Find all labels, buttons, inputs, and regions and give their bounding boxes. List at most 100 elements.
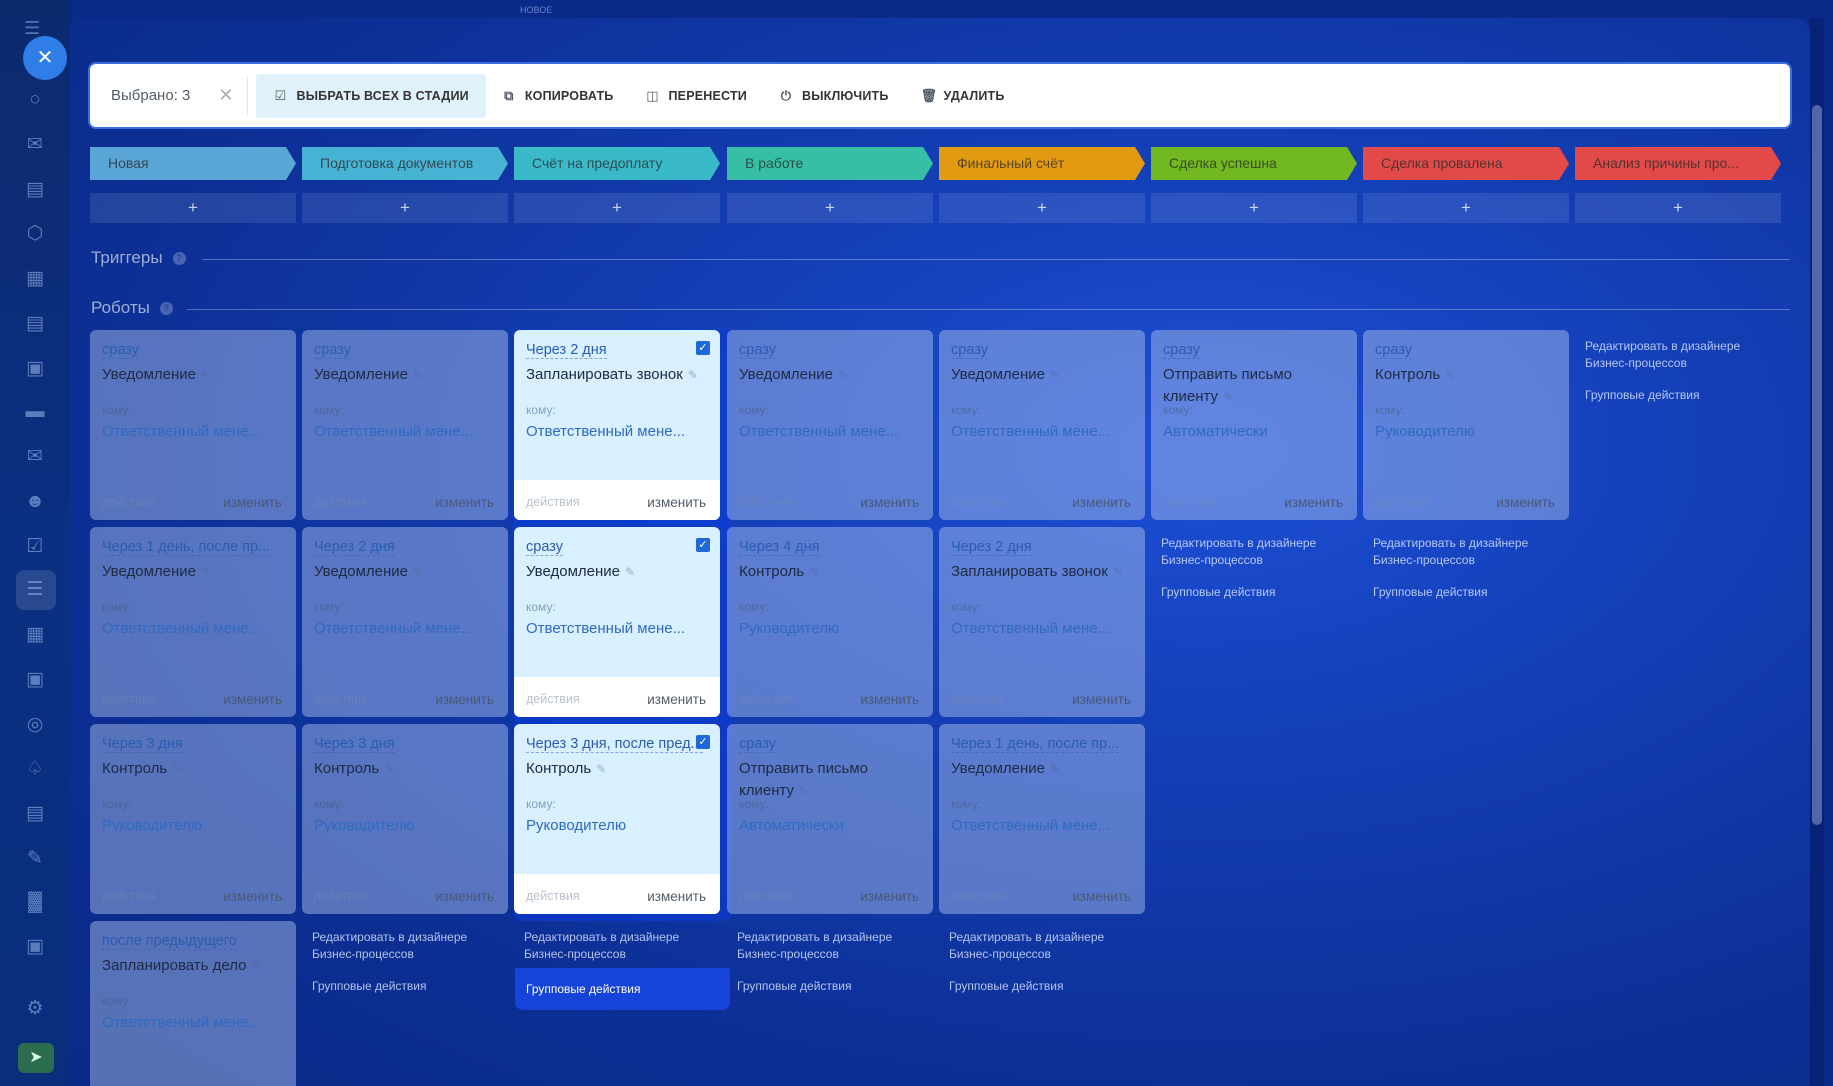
robot-edit-link[interactable]: изменить <box>435 889 494 904</box>
cart-icon[interactable]: ♤ <box>23 757 47 781</box>
pencil-icon[interactable]: ✎ <box>413 565 423 579</box>
robot-actions-link[interactable]: действия <box>951 889 1005 903</box>
pencil-icon[interactable]: ✎ <box>1223 390 1233 404</box>
calendar-icon[interactable]: ▦ <box>23 267 47 291</box>
stage-4[interactable]: В работе <box>727 147 933 180</box>
robot-edit-link[interactable]: изменить <box>223 692 282 707</box>
edit-in-designer-link[interactable]: Редактировать в дизайнере Бизнес-процесс… <box>1585 339 1740 370</box>
pencil-icon[interactable]: ✎ <box>201 368 211 382</box>
robot-edit-link[interactable]: изменить <box>435 692 494 707</box>
stage-1[interactable]: Новая <box>90 147 296 180</box>
robot-card[interactable]: Через 2 дня Запланировать звонок ✎ кому: Отв… <box>939 527 1145 717</box>
robot-actions-link[interactable]: действия <box>102 889 156 903</box>
robot-recipient[interactable]: Руководителю <box>739 620 839 637</box>
robot-card[interactable]: сразу Уведомление ✎ кому: Ответственный мене… <box>302 330 508 520</box>
calendar2-icon[interactable]: ▦ <box>23 623 47 647</box>
robot-actions-link[interactable]: действия <box>314 889 368 903</box>
pencil-icon[interactable]: ✎ <box>1113 565 1123 579</box>
tasks-icon[interactable]: ▤ <box>23 178 47 202</box>
robot-edit-link[interactable]: изменить <box>1072 495 1131 510</box>
group-actions-link[interactable]: Групповые действия <box>1585 387 1785 404</box>
pencil-icon[interactable]: ✎ <box>252 959 262 973</box>
menu-icon[interactable]: ☰ <box>24 18 40 39</box>
robot-delay[interactable]: Через 4 дня <box>739 539 820 556</box>
robot-card[interactable]: сразу ✓ Уведомление ✎ кому: Ответственный мен… <box>514 527 720 717</box>
pencil-icon[interactable]: ✎ <box>1050 762 1060 776</box>
pencil-icon[interactable]: ✎ <box>172 762 182 776</box>
card-icon[interactable]: ▬ <box>23 400 47 424</box>
robot-delay[interactable]: сразу <box>102 342 139 359</box>
robot-edit-link[interactable]: изменить <box>223 889 282 904</box>
support-icon[interactable]: ▣ <box>23 935 47 959</box>
chat-icon[interactable]: ○ <box>23 88 47 112</box>
stage-2[interactable]: Подготовка документов <box>302 147 508 180</box>
robot-recipient[interactable]: Ответственный мене... <box>314 423 473 440</box>
robot-actions-link[interactable]: действия <box>102 692 156 706</box>
robot-edit-link[interactable]: изменить <box>1072 889 1131 904</box>
robot-recipient[interactable]: Руководителю <box>314 817 414 834</box>
robot-delay[interactable]: сразу <box>1163 342 1200 359</box>
pencil-icon[interactable]: ✎ <box>384 762 394 776</box>
robot-card[interactable]: сразу Отправить письмо клиенту ✎ кому: Автом… <box>727 724 933 914</box>
robot-actions-link[interactable]: действия <box>314 495 368 509</box>
delete-button[interactable]: 🗑 УДАЛИТЬ <box>905 74 1021 118</box>
robot-delay[interactable]: Через 3 дня <box>314 736 395 753</box>
group-actions-link[interactable]: Групповые действия <box>1161 584 1361 601</box>
sign-icon[interactable]: ✎ <box>23 847 47 871</box>
robot-recipient[interactable]: Ответственный мене... <box>102 620 261 637</box>
board-icon[interactable]: ▣ <box>23 357 47 381</box>
scrollbar-thumb[interactable] <box>1812 105 1822 825</box>
robot-card[interactable]: Через 1 день, после пр... Уведомление ✎ ком… <box>90 527 296 717</box>
pencil-icon[interactable]: ✎ <box>838 368 848 382</box>
robot-edit-link[interactable]: изменить <box>435 495 494 510</box>
pencil-icon[interactable]: ✎ <box>809 565 819 579</box>
mail-icon[interactable]: ✉ <box>23 445 47 469</box>
robot-recipient[interactable]: Ответственный мене... <box>951 817 1110 834</box>
robot-actions-link[interactable]: действия <box>951 692 1005 706</box>
robot-card[interactable]: сразу Уведомление ✎ кому: Ответственный мене… <box>939 330 1145 520</box>
robot-card[interactable]: Через 3 дня Контроль ✎ кому: Руководителю дей… <box>302 724 508 914</box>
robot-edit-link[interactable]: изменить <box>860 495 919 510</box>
group-actions-link[interactable]: Групповые действия <box>949 978 1149 995</box>
robot-actions-link[interactable]: действия <box>526 692 580 706</box>
rocket-icon[interactable]: ➤ <box>18 1043 54 1073</box>
robot-recipient[interactable]: Ответственный мене... <box>102 1014 261 1031</box>
robot-recipient[interactable]: Ответственный мене... <box>526 620 685 637</box>
robot-card[interactable]: сразу Отправить письмо клиенту ✎ кому: Автом… <box>1151 330 1357 520</box>
pencil-icon[interactable]: ✎ <box>413 368 423 382</box>
robot-card[interactable]: Через 3 дня Контроль ✎ кому: Руководителю дей… <box>90 724 296 914</box>
add-robot-button[interactable]: + <box>727 193 933 223</box>
robot-card[interactable]: сразу Контроль ✎ кому: Руководителю действия и… <box>1363 330 1569 520</box>
robot-delay[interactable]: сразу <box>739 342 776 359</box>
chart-icon[interactable]: ▓ <box>23 890 47 914</box>
check-icon[interactable]: ☑ <box>23 535 47 559</box>
stage-3[interactable]: Счёт на предоплату <box>514 147 720 180</box>
robot-actions-link[interactable]: действия <box>1163 495 1217 509</box>
robot-actions-link[interactable]: действия <box>526 889 580 903</box>
invoice-icon[interactable]: ▤ <box>23 802 47 826</box>
robot-actions-link[interactable]: действия <box>739 495 793 509</box>
robot-recipient[interactable]: Ответственный мене... <box>102 423 261 440</box>
circle-icon[interactable]: ⬡ <box>23 222 47 246</box>
robot-card[interactable]: сразу Уведомление ✎ кому: Ответственный мене… <box>90 330 296 520</box>
robot-card[interactable]: Через 3 дня, после пред... ✓ Контроль ✎ кому… <box>514 724 720 914</box>
contacts-icon[interactable]: ☻ <box>23 490 47 514</box>
pencil-icon[interactable]: ✎ <box>625 565 635 579</box>
robot-recipient[interactable]: Ответственный мене... <box>739 423 898 440</box>
robot-recipient[interactable]: Ответственный мене... <box>951 423 1110 440</box>
robot-recipient[interactable]: Руководителю <box>102 817 202 834</box>
add-robot-button[interactable]: + <box>1151 193 1357 223</box>
pencil-icon[interactable]: ✎ <box>799 784 809 798</box>
edit-in-designer-link[interactable]: Редактировать в дизайнере Бизнес-процесс… <box>312 930 467 961</box>
robot-delay[interactable]: Через 1 день, после пр... <box>951 736 1120 753</box>
add-robot-button[interactable]: + <box>302 193 508 223</box>
robot-actions-link[interactable]: действия <box>526 495 580 509</box>
robot-delay[interactable]: сразу <box>526 539 563 556</box>
help-icon[interactable]: ? <box>159 302 173 316</box>
copy-button[interactable]: ⧉ КОПИРОВАТЬ <box>486 74 630 118</box>
robot-card[interactable]: Через 2 дня ✓ Запланировать звонок ✎ кому: От… <box>514 330 720 520</box>
robot-delay[interactable]: Через 1 день, после пр... <box>102 539 271 556</box>
robot-delay[interactable]: Через 3 дня <box>102 736 183 753</box>
robot-delay[interactable]: сразу <box>739 736 776 753</box>
robot-delay[interactable]: Через 3 дня, после пред... <box>526 736 703 753</box>
